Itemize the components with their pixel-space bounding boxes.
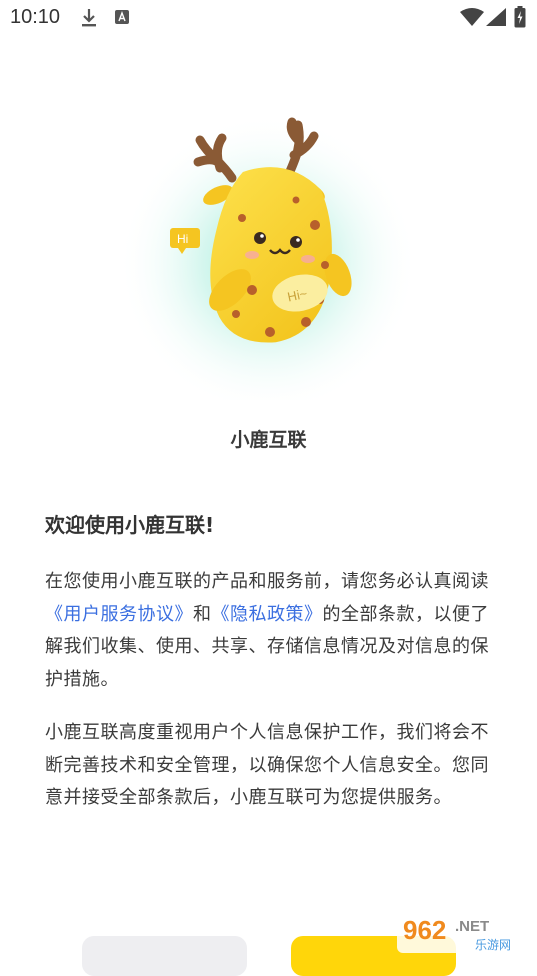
para1-text-b: 和 [193,603,212,625]
status-time: 10:10 [10,6,61,28]
battery-icon [514,6,526,28]
status-bar: 10:10 [0,0,537,36]
dialog-title: 欢迎使用小鹿互联! [45,513,215,537]
watermark-logo: 962 .NET 乐游网 [395,907,537,956]
privacy-dialog: 欢迎使用小鹿互联! 在您使用小鹿互联的产品和服务前，请您务必认真阅读《用户服务协… [45,510,495,836]
watermark-suffix: .NET [455,918,489,935]
dialog-paragraph-2: 小鹿互联高度重视用户个人信息保护工作，我们将会不断完善技术和安全管理，以确保您个… [45,722,489,808]
deer-mascot-icon: Hi~ Hi [118,108,418,408]
download-icon [82,9,96,27]
watermark-logo-icon: 962 .NET 乐游网 [397,913,535,953]
dialog-paragraph-1: 在您使用小鹿互联的产品和服务前，请您务必认真阅读《用户服务协议》和《隐私政策》的… [45,566,495,696]
watermark-brand: 962 [403,915,446,945]
privacy-policy-link[interactable]: 《隐私政策》 [212,604,323,625]
app-name: 小鹿互联 [230,429,307,451]
signal-icon [486,8,506,26]
bubble-hi-text: Hi [177,232,188,246]
disagree-button[interactable] [82,936,247,976]
mascot-illustration: Hi~ Hi [118,100,420,408]
wifi-icon [460,8,484,26]
watermark-sub: 乐游网 [475,938,511,952]
terms-link[interactable]: 《用户服务协议》 [45,604,193,625]
a-badge-icon [115,10,129,24]
para1-text-a: 在您使用小鹿互联的产品和服务前，请您务必认真阅读 [45,571,489,592]
